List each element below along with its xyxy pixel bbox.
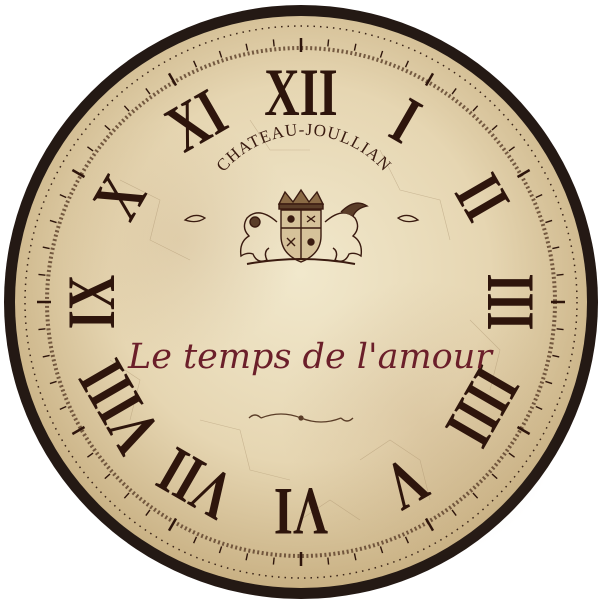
hour-numeral: XII xyxy=(264,54,337,130)
minute-tick xyxy=(556,273,564,276)
minute-tick xyxy=(272,557,275,565)
hour-numeral: IX xyxy=(53,275,129,330)
clock-face: XII IIIIIIIIIIVVIVIIVIIIIXXXI CHATEAU-JOU… xyxy=(4,5,598,599)
minute-tick xyxy=(327,39,330,47)
minute-tick xyxy=(272,39,275,47)
hour-numeral: VI xyxy=(274,474,328,550)
minute-tick xyxy=(327,557,330,565)
minute-tick xyxy=(556,328,564,331)
motto-text: Le temps de l'amour xyxy=(127,337,494,377)
hour-numeral: III xyxy=(473,273,549,330)
minute-tick xyxy=(38,273,46,276)
minute-tick xyxy=(38,328,46,331)
